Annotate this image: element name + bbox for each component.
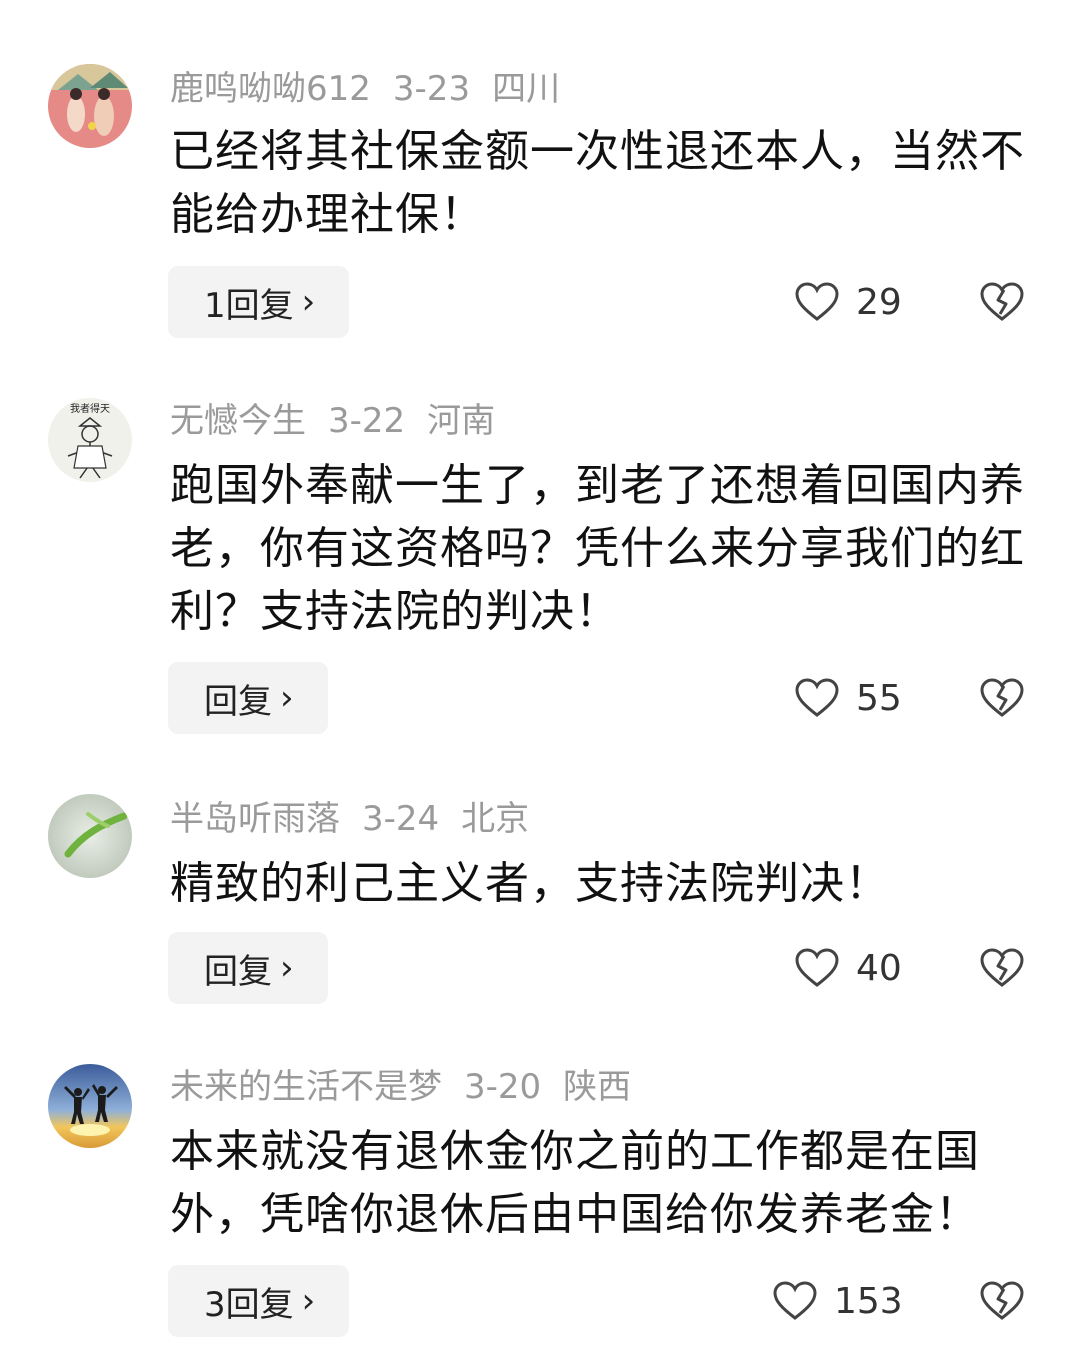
- reply-label: 回复: [204, 951, 272, 992]
- comment-meta: 半岛听雨落 3-24 北京: [170, 796, 551, 842]
- comment-text: 跑国外奉献一生了，到老了还想着回国内养老，你有这资格吗？凭什么来分享我们的红利？…: [170, 460, 1025, 637]
- comment-text: 精致的利己主义者，支持法院判决！: [170, 858, 890, 909]
- comment-location: 四川: [492, 69, 561, 109]
- comment-location: 陕西: [563, 1067, 632, 1107]
- like-button[interactable]: 29: [794, 266, 902, 338]
- like-button[interactable]: 40: [794, 932, 902, 1004]
- reply-button[interactable]: 1回复 ›: [168, 266, 350, 338]
- illustrated-figures-avatar-icon: [48, 64, 132, 148]
- reply-label: 回复: [204, 681, 272, 722]
- like-button[interactable]: 153: [772, 1265, 903, 1337]
- reply-label: 1回复: [204, 285, 294, 326]
- chevron-right-icon: ›: [280, 678, 294, 718]
- heart-outline-icon: [773, 1281, 817, 1320]
- username[interactable]: 无憾今生: [170, 401, 306, 441]
- avatar-text: 我者得天: [70, 403, 110, 415]
- heart-outline-icon: [795, 282, 839, 321]
- dislike-button[interactable]: [976, 266, 1028, 338]
- jumping-people-sunset-avatar-icon: [48, 1064, 132, 1148]
- broken-heart-icon: [980, 282, 1024, 321]
- reply-button[interactable]: 回复 ›: [168, 662, 328, 734]
- chevron-right-icon: ›: [301, 282, 316, 322]
- comment-meta: 未来的生活不是梦 3-20 陕西: [170, 1064, 653, 1110]
- comment-text: 已经将其社保金额一次性退还本人，当然不能给办理社保！: [170, 126, 1025, 240]
- comment-list: 鹿鸣呦呦612 3-23 四川 已经将其社保金额一次性退还本人，当然不能给办理社保！…: [0, 0, 1080, 1368]
- comment-date: 3-22: [328, 401, 406, 441]
- like-count: 29: [856, 281, 902, 323]
- broken-heart-icon: [980, 948, 1024, 987]
- username[interactable]: 鹿鸣呦呦612: [170, 69, 371, 109]
- like-button[interactable]: 55: [794, 662, 902, 734]
- comment-text: 本来就没有退休金你之前的工作都是在国外，凭啥你退休后由中国给你发养老金！: [170, 1126, 980, 1240]
- reply-label: 3回复: [204, 1284, 294, 1325]
- user-avatar[interactable]: [48, 1064, 132, 1148]
- heart-outline-icon: [795, 948, 839, 987]
- like-count: 55: [856, 677, 902, 719]
- comment-date: 3-20: [464, 1067, 542, 1107]
- comment-meta: 无憾今生 3-22 河南: [170, 398, 517, 444]
- user-avatar[interactable]: [48, 794, 132, 878]
- username[interactable]: 未来的生活不是梦: [170, 1067, 442, 1107]
- heart-outline-icon: [795, 678, 839, 717]
- chevron-right-icon: ›: [301, 1281, 316, 1321]
- reply-button[interactable]: 3回复 ›: [168, 1265, 350, 1337]
- like-count: 40: [856, 947, 902, 989]
- user-avatar[interactable]: 我者得天: [48, 398, 132, 482]
- comment-location: 北京: [461, 799, 530, 839]
- comment-location: 河南: [427, 401, 496, 441]
- comment-date: 3-23: [392, 69, 471, 109]
- like-count: 153: [834, 1280, 903, 1322]
- dislike-button[interactable]: [976, 662, 1028, 734]
- user-avatar[interactable]: [48, 64, 132, 148]
- dislike-button[interactable]: [976, 1265, 1028, 1337]
- comment-date: 3-24: [362, 799, 440, 839]
- comment-meta: 鹿鸣呦呦612 3-23 四川: [170, 66, 582, 112]
- chevron-right-icon: ›: [280, 948, 294, 988]
- dislike-button[interactable]: [976, 932, 1028, 1004]
- reply-button[interactable]: 回复 ›: [168, 932, 328, 1004]
- green-leaf-avatar-icon: [48, 794, 132, 878]
- broken-heart-icon: [980, 678, 1024, 717]
- broken-heart-icon: [980, 1281, 1024, 1320]
- username[interactable]: 半岛听雨落: [170, 799, 340, 839]
- sketch-figure-avatar-icon: 我者得天: [48, 398, 132, 482]
